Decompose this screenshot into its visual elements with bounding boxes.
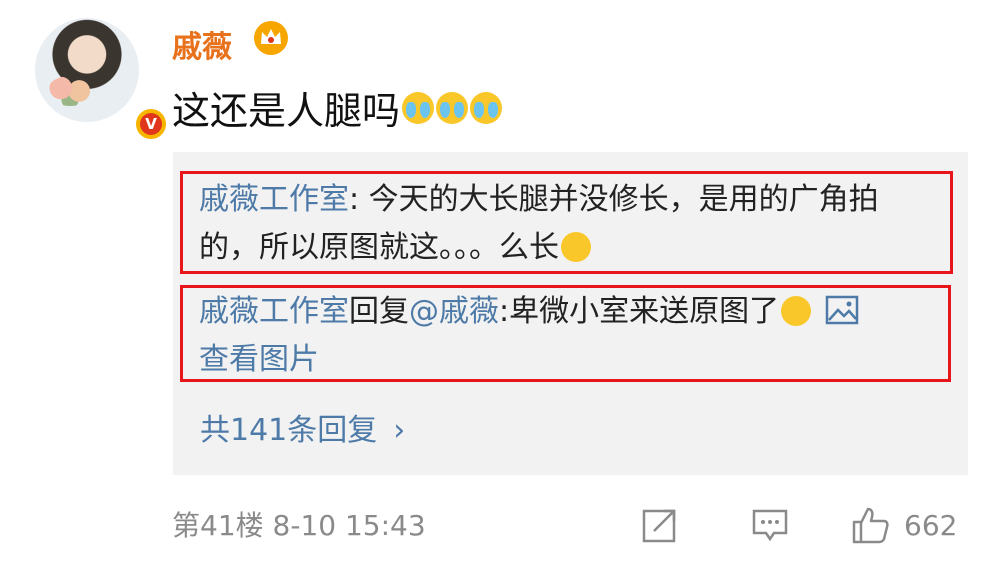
view-image-link[interactable]: 查看图片 [199, 342, 319, 377]
verified-badge-icon: V [133, 106, 169, 142]
reply-author[interactable]: 戚薇工作室 [199, 294, 349, 329]
crown-icon [254, 21, 288, 55]
crying-laughing-emoji-icon [402, 91, 435, 124]
more-replies-link[interactable]: 共141条回复 › [200, 405, 405, 449]
reply-separator: : [349, 182, 369, 217]
avatar[interactable]: V [35, 18, 169, 142]
thumbs-up-icon [852, 507, 889, 544]
like-button[interactable]: 662 [850, 505, 957, 545]
share-icon[interactable] [640, 505, 680, 545]
username[interactable]: 戚薇 [172, 22, 232, 66]
reply-word: 回复 [349, 294, 409, 329]
covering-mouth-emoji-icon [561, 232, 591, 262]
post-body: 这还是人腿吗 [172, 89, 401, 133]
mention-link[interactable]: @戚薇 [409, 294, 499, 329]
reply-1[interactable]: 戚薇工作室: 今天的大长腿并没修长，是用的广角拍的，所以原图就这。。。么长 [180, 171, 953, 274]
more-replies-label: 共141条回复 [200, 413, 378, 448]
reply-text: 卑微小室来送原图了 [509, 294, 780, 329]
shy-face-emoji-icon [781, 296, 812, 326]
like-count: 662 [904, 508, 958, 542]
chevron-right-icon: › [393, 413, 406, 448]
floor-time: 第41楼 8-10 15:43 [172, 509, 426, 542]
post-text: 这还是人腿吗 [172, 80, 503, 135]
reply-author[interactable]: 戚薇工作室 [199, 182, 349, 217]
reply-separator: : [499, 294, 510, 329]
image-icon[interactable] [825, 295, 859, 325]
crying-laughing-emoji-icon [470, 91, 503, 124]
flowers-image [47, 76, 93, 106]
crying-laughing-emoji-icon [436, 91, 469, 124]
reply-2[interactable]: 戚薇工作室回复@戚薇:卑微小室来送原图了 查看图片 [180, 285, 951, 382]
comment-icon[interactable] [750, 505, 790, 545]
